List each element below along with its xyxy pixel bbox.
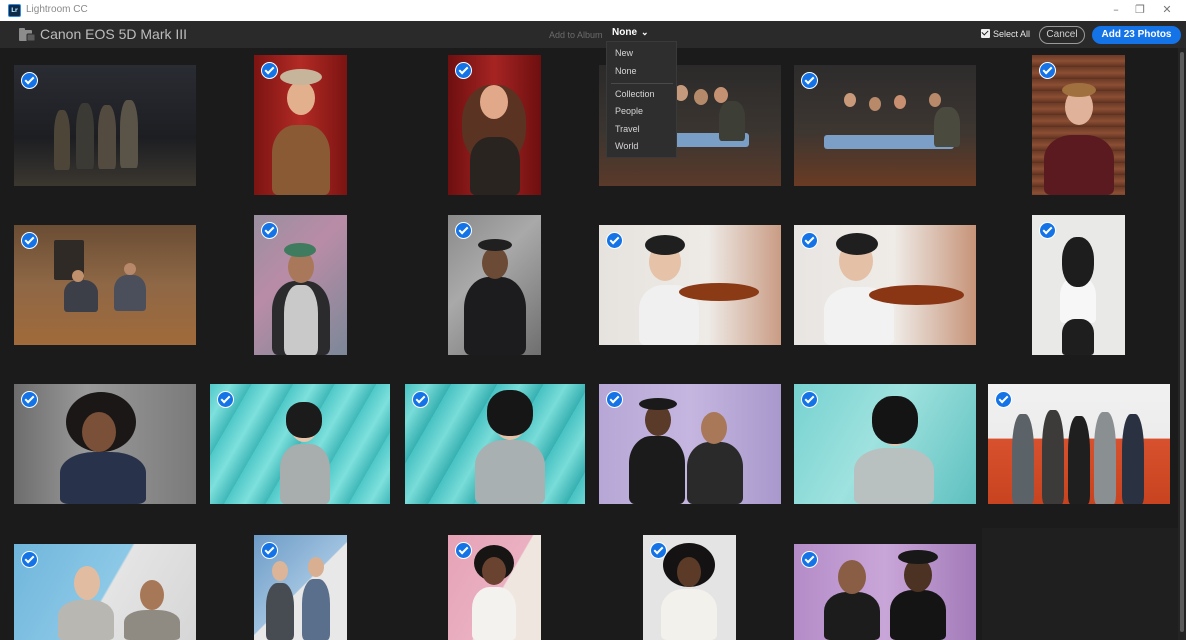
dropdown-divider <box>611 83 673 84</box>
photo-thumbnail[interactable] <box>794 544 976 640</box>
photo-thumbnail[interactable] <box>599 225 781 345</box>
photo-thumbnail[interactable] <box>448 215 541 355</box>
selected-check-icon[interactable] <box>650 542 667 559</box>
dropdown-item-new[interactable]: New <box>615 48 633 58</box>
photo-thumbnail[interactable] <box>14 544 196 640</box>
selected-check-icon[interactable] <box>261 222 278 239</box>
dropdown-item-world[interactable]: World <box>615 141 638 151</box>
checkbox-checked-icon <box>981 29 990 38</box>
chevron-down-icon: ⌄ <box>641 27 649 37</box>
selected-check-icon[interactable] <box>801 232 818 249</box>
photo-thumbnail[interactable] <box>14 65 196 186</box>
selected-check-icon[interactable] <box>995 391 1012 408</box>
selected-check-icon[interactable] <box>21 232 38 249</box>
photo-thumbnail[interactable] <box>643 535 736 640</box>
selected-check-icon[interactable] <box>801 391 818 408</box>
dropdown-item-collection[interactable]: Collection <box>615 89 655 99</box>
window-title-bar: Lr Lightroom CC – ❐ ✕ <box>0 0 1186 21</box>
dropdown-item-people[interactable]: People <box>615 106 643 116</box>
selected-check-icon[interactable] <box>1039 222 1056 239</box>
album-select-value: None <box>612 27 637 38</box>
photo-thumbnail[interactable] <box>448 55 541 195</box>
selected-check-icon[interactable] <box>801 551 818 568</box>
device-name: Canon EOS 5D Mark III <box>40 26 188 42</box>
photo-thumbnail[interactable] <box>405 384 585 504</box>
close-button[interactable]: ✕ <box>1157 2 1177 18</box>
photo-thumbnail[interactable] <box>14 225 196 345</box>
selected-check-icon[interactable] <box>455 542 472 559</box>
cancel-button[interactable]: Cancel <box>1039 26 1085 44</box>
photo-thumbnail[interactable] <box>988 384 1170 504</box>
dropdown-item-travel[interactable]: Travel <box>615 124 640 134</box>
album-dropdown-menu: New None Collection People Travel World <box>606 41 677 158</box>
photo-thumbnail[interactable] <box>254 215 347 355</box>
selected-check-icon[interactable] <box>412 391 429 408</box>
restore-button[interactable]: ❐ <box>1130 2 1150 18</box>
photo-thumbnail[interactable] <box>794 225 976 345</box>
scrollbar-thumb[interactable] <box>1180 52 1184 632</box>
minimize-button[interactable]: – <box>1106 2 1126 18</box>
selected-check-icon[interactable] <box>455 62 472 79</box>
photo-thumbnail[interactable] <box>794 65 976 186</box>
photo-thumbnail[interactable] <box>599 384 781 504</box>
photo-thumbnail[interactable] <box>1032 55 1125 195</box>
selected-check-icon[interactable] <box>21 551 38 568</box>
photo-thumbnail[interactable] <box>1032 215 1125 355</box>
selected-check-icon[interactable] <box>21 72 38 89</box>
selected-check-icon[interactable] <box>455 222 472 239</box>
selected-check-icon[interactable] <box>1039 62 1056 79</box>
selected-check-icon[interactable] <box>606 391 623 408</box>
selected-check-icon[interactable] <box>21 391 38 408</box>
selected-check-icon[interactable] <box>217 391 234 408</box>
album-select[interactable]: None ⌄ <box>612 27 649 38</box>
dropdown-item-none[interactable]: None <box>615 66 637 76</box>
selected-check-icon[interactable] <box>606 232 623 249</box>
select-all-checkbox[interactable]: Select All <box>981 29 1030 39</box>
photo-thumbnail[interactable] <box>210 384 390 504</box>
add-photos-button[interactable]: Add 23 Photos <box>1092 26 1181 44</box>
select-all-label: Select All <box>993 29 1031 39</box>
selected-check-icon[interactable] <box>261 62 278 79</box>
photo-thumbnail[interactable] <box>254 55 347 195</box>
photo-thumbnail[interactable] <box>794 384 976 504</box>
photo-grid <box>0 48 1178 640</box>
selected-check-icon[interactable] <box>261 542 278 559</box>
device-folder-icon <box>19 28 35 41</box>
selected-check-icon[interactable] <box>801 72 818 89</box>
photo-thumbnail[interactable] <box>14 384 196 504</box>
lightroom-app-icon: Lr <box>8 4 21 17</box>
window-title: Lightroom CC <box>26 4 88 15</box>
add-to-album-label: Add to Album <box>549 30 603 40</box>
photo-thumbnail[interactable] <box>254 535 347 640</box>
empty-grid-cell <box>982 528 1178 640</box>
import-header: Canon EOS 5D Mark III Add to Album None ⌄… <box>0 21 1186 48</box>
photo-thumbnail[interactable] <box>448 535 541 640</box>
